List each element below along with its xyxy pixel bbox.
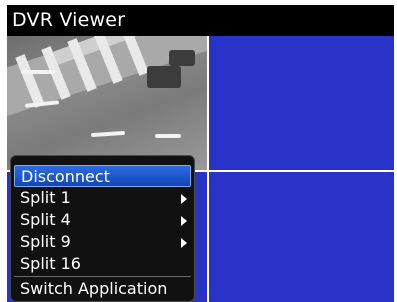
submenu-arrow-icon xyxy=(181,194,187,204)
menu-divider xyxy=(14,276,191,277)
context-menu: Disconnect Split 1 Split 4 Split 9 Split… xyxy=(10,155,195,302)
feed-marking xyxy=(21,70,55,74)
submenu-arrow-icon xyxy=(181,238,187,248)
menu-item-label: Split 16 xyxy=(20,254,81,273)
camera-feed-image xyxy=(7,36,207,170)
camera-channel-1[interactable] xyxy=(7,36,207,170)
menu-item-label: Split 9 xyxy=(20,232,71,251)
menu-item-label: Switch Application xyxy=(20,279,168,298)
menu-item-split-1[interactable]: Split 1 xyxy=(14,187,191,209)
menu-item-disconnect[interactable]: Disconnect xyxy=(14,165,191,187)
menu-item-label: Split 1 xyxy=(20,188,71,207)
menu-item-label: Split 4 xyxy=(20,210,71,229)
menu-item-split-16[interactable]: Split 16 xyxy=(14,253,191,275)
submenu-arrow-icon xyxy=(181,216,187,226)
feed-object xyxy=(147,66,181,88)
menu-item-label: Disconnect xyxy=(21,167,110,186)
camera-channel-4[interactable] xyxy=(209,172,394,302)
app-title: DVR Viewer xyxy=(7,5,394,36)
camera-channel-2[interactable] xyxy=(209,36,394,170)
feed-object xyxy=(169,50,195,66)
menu-item-split-4[interactable]: Split 4 xyxy=(14,209,191,231)
device-screen: DVR Viewer Disconnect Split 1 Split 4 Sp… xyxy=(7,5,394,302)
feed-marking xyxy=(90,130,126,138)
menu-item-split-9[interactable]: Split 9 xyxy=(14,231,191,253)
menu-item-switch-application[interactable]: Switch Application xyxy=(14,278,191,300)
feed-marking xyxy=(155,134,181,138)
